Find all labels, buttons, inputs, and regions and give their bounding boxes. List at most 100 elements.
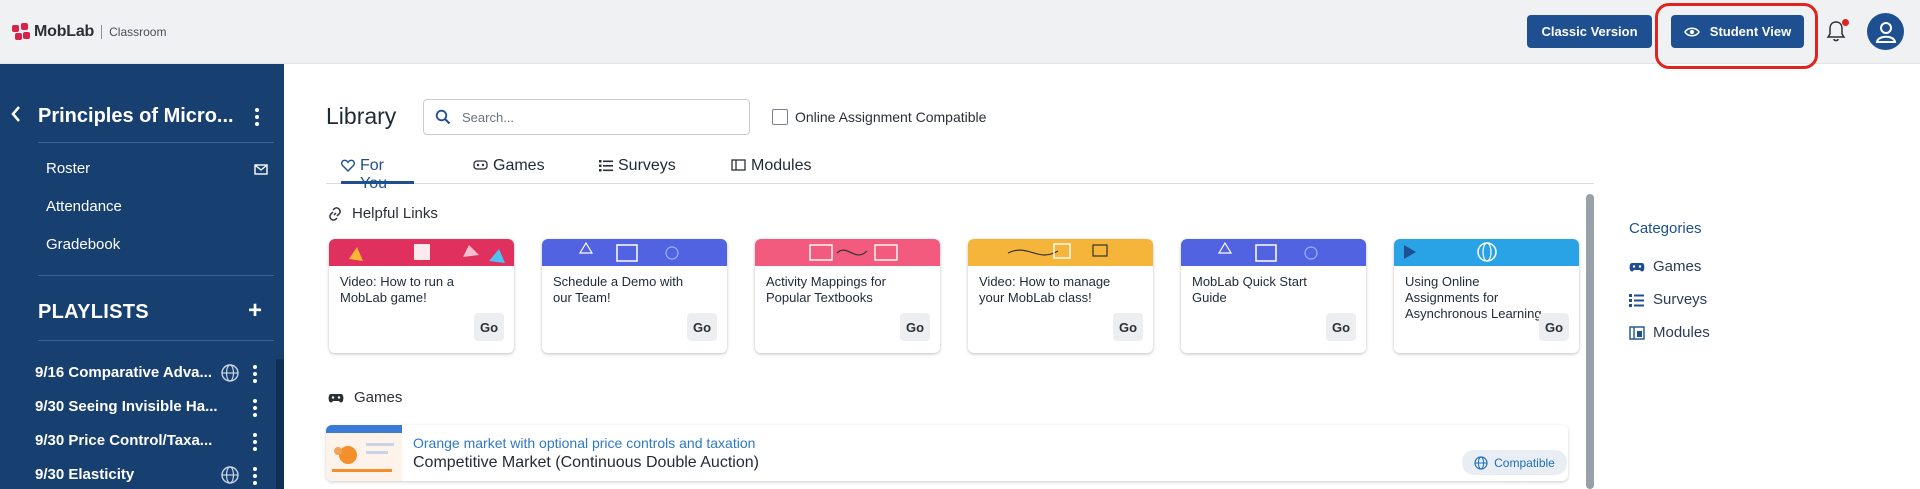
highlight-annotation xyxy=(1655,3,1818,69)
game-thumbnail xyxy=(326,425,402,481)
card-title: Video: How to manage your MobLab class! xyxy=(979,274,1111,305)
list-icon xyxy=(1629,293,1645,307)
playlist-menu-icon[interactable] xyxy=(252,399,258,417)
gamepad-icon xyxy=(1629,261,1645,273)
card-banner-image xyxy=(542,239,727,266)
top-bar: MobLab Classroom Classic Version Student… xyxy=(0,0,1920,69)
add-playlist-button[interactable]: + xyxy=(248,299,262,323)
game-list-item[interactable]: Orange market with optional price contro… xyxy=(326,425,1568,481)
module-icon xyxy=(1629,325,1645,340)
globe-icon xyxy=(220,465,240,485)
card-banner-image xyxy=(755,239,940,266)
notification-dot xyxy=(1842,19,1849,26)
helpful-links-heading: Helpful Links xyxy=(328,205,438,222)
list-icon xyxy=(599,159,613,172)
helpful-link-card[interactable]: Video: How to run a MobLab game! Go xyxy=(329,239,514,353)
game-subtitle[interactable]: Orange market with optional price contro… xyxy=(413,435,755,451)
playlist-item[interactable]: 9/30 Elasticity xyxy=(35,466,220,483)
sidebar-scrollbar[interactable] xyxy=(276,359,284,489)
playlist-item[interactable]: 9/16 Comparative Adva... xyxy=(35,364,220,381)
search-box xyxy=(423,99,750,135)
sidebar-divider xyxy=(38,142,274,143)
tab-label: For You xyxy=(360,157,387,192)
mail-icon[interactable] xyxy=(254,162,268,175)
classic-version-button[interactable]: Classic Version xyxy=(1527,15,1652,48)
online-compatible-label[interactable]: Online Assignment Compatible xyxy=(795,109,986,125)
category-label: Modules xyxy=(1653,324,1710,341)
sidebar-item-roster[interactable]: Roster xyxy=(46,160,90,177)
back-chevron-icon[interactable] xyxy=(10,104,24,124)
card-banner-image xyxy=(329,239,514,266)
section-title: Games xyxy=(354,389,403,406)
search-input[interactable] xyxy=(462,107,742,127)
category-label: Surveys xyxy=(1653,291,1708,308)
module-icon xyxy=(731,159,746,171)
card-title: MobLab Quick Start Guide xyxy=(1192,274,1307,305)
sidebar-item-gradebook[interactable]: Gradebook xyxy=(46,236,120,253)
tab-surveys[interactable]: Surveys xyxy=(599,157,676,184)
sidebar: Principles of Micro... Roster Attendance… xyxy=(0,64,284,489)
badge-label: Compatible xyxy=(1494,455,1555,470)
sidebar-divider xyxy=(38,340,274,341)
card-title: Using Online Assignments for Asynchronou… xyxy=(1405,274,1542,321)
course-title[interactable]: Principles of Micro... xyxy=(38,105,248,128)
main-scrollbar[interactable] xyxy=(1586,194,1594,489)
sidebar-item-attendance[interactable]: Attendance xyxy=(46,198,122,215)
go-button[interactable]: Go xyxy=(900,313,930,341)
tab-label: Modules xyxy=(751,157,812,174)
playlists-heading: PLAYLISTS xyxy=(38,301,149,323)
tab-modules[interactable]: Modules xyxy=(731,157,811,184)
go-button[interactable]: Go xyxy=(474,313,504,341)
helpful-link-card[interactable]: Video: How to manage your MobLab class! … xyxy=(968,239,1153,353)
heart-icon xyxy=(341,159,355,172)
card-title: Activity Mappings for Popular Textbooks xyxy=(766,274,886,305)
categories-heading: Categories xyxy=(1629,220,1702,237)
card-banner-image xyxy=(968,239,1153,266)
category-label: Games xyxy=(1653,258,1702,275)
go-button[interactable]: Go xyxy=(687,313,717,341)
link-icon xyxy=(328,206,342,221)
sidebar-divider xyxy=(38,275,274,276)
tab-games[interactable]: Games xyxy=(473,157,545,184)
logo-text: MobLab xyxy=(34,23,95,40)
course-menu-icon[interactable] xyxy=(254,108,260,126)
moblab-logo-icon xyxy=(12,23,30,41)
tab-label: Games xyxy=(493,157,545,174)
helpful-link-card[interactable]: Activity Mappings for Popular Textbooks … xyxy=(755,239,940,353)
user-icon xyxy=(1875,21,1896,43)
playlist-item[interactable]: 9/30 Price Control/Taxa... xyxy=(35,432,220,449)
tab-for-you[interactable]: For You xyxy=(341,157,414,192)
card-banner-image xyxy=(1394,239,1579,266)
playlist-menu-icon[interactable] xyxy=(252,365,258,383)
card-title: Schedule a Demo with our Team! xyxy=(553,274,684,305)
category-surveys[interactable]: Surveys xyxy=(1629,291,1707,308)
gamepad-icon xyxy=(328,392,344,404)
playlist-menu-icon[interactable] xyxy=(252,467,258,485)
go-button[interactable]: Go xyxy=(1326,313,1356,341)
globe-icon xyxy=(1474,455,1488,470)
playlist-menu-icon[interactable] xyxy=(252,433,258,451)
category-modules[interactable]: Modules xyxy=(1629,324,1710,341)
globe-icon xyxy=(220,363,240,383)
card-title: Video: How to run a MobLab game! xyxy=(340,274,454,305)
playlist-item[interactable]: 9/30 Seeing Invisible Ha... xyxy=(35,398,220,415)
helpful-link-card[interactable]: Schedule a Demo with our Team! Go xyxy=(542,239,727,353)
online-compatible-checkbox[interactable] xyxy=(772,109,788,125)
helpful-link-card[interactable]: MobLab Quick Start Guide Go xyxy=(1181,239,1366,353)
user-avatar[interactable] xyxy=(1867,13,1904,50)
tab-label: Surveys xyxy=(618,157,676,174)
compatible-badge: Compatible xyxy=(1462,450,1567,475)
go-button[interactable]: Go xyxy=(1113,313,1143,341)
card-banner-image xyxy=(1181,239,1366,266)
logo-subtitle: Classroom xyxy=(109,25,167,39)
helpful-link-card[interactable]: Using Online Assignments for Asynchronou… xyxy=(1394,239,1579,353)
games-heading: Games xyxy=(328,389,402,406)
category-games[interactable]: Games xyxy=(1629,258,1701,275)
section-title: Helpful Links xyxy=(352,205,438,222)
gamepad-icon xyxy=(473,159,488,171)
page-title: Library xyxy=(326,103,397,129)
moblab-logo[interactable]: MobLab Classroom xyxy=(12,22,166,42)
logo-divider xyxy=(101,25,103,39)
game-title[interactable]: Competitive Market (Continuous Double Au… xyxy=(413,454,759,472)
go-button[interactable]: Go xyxy=(1539,313,1569,341)
